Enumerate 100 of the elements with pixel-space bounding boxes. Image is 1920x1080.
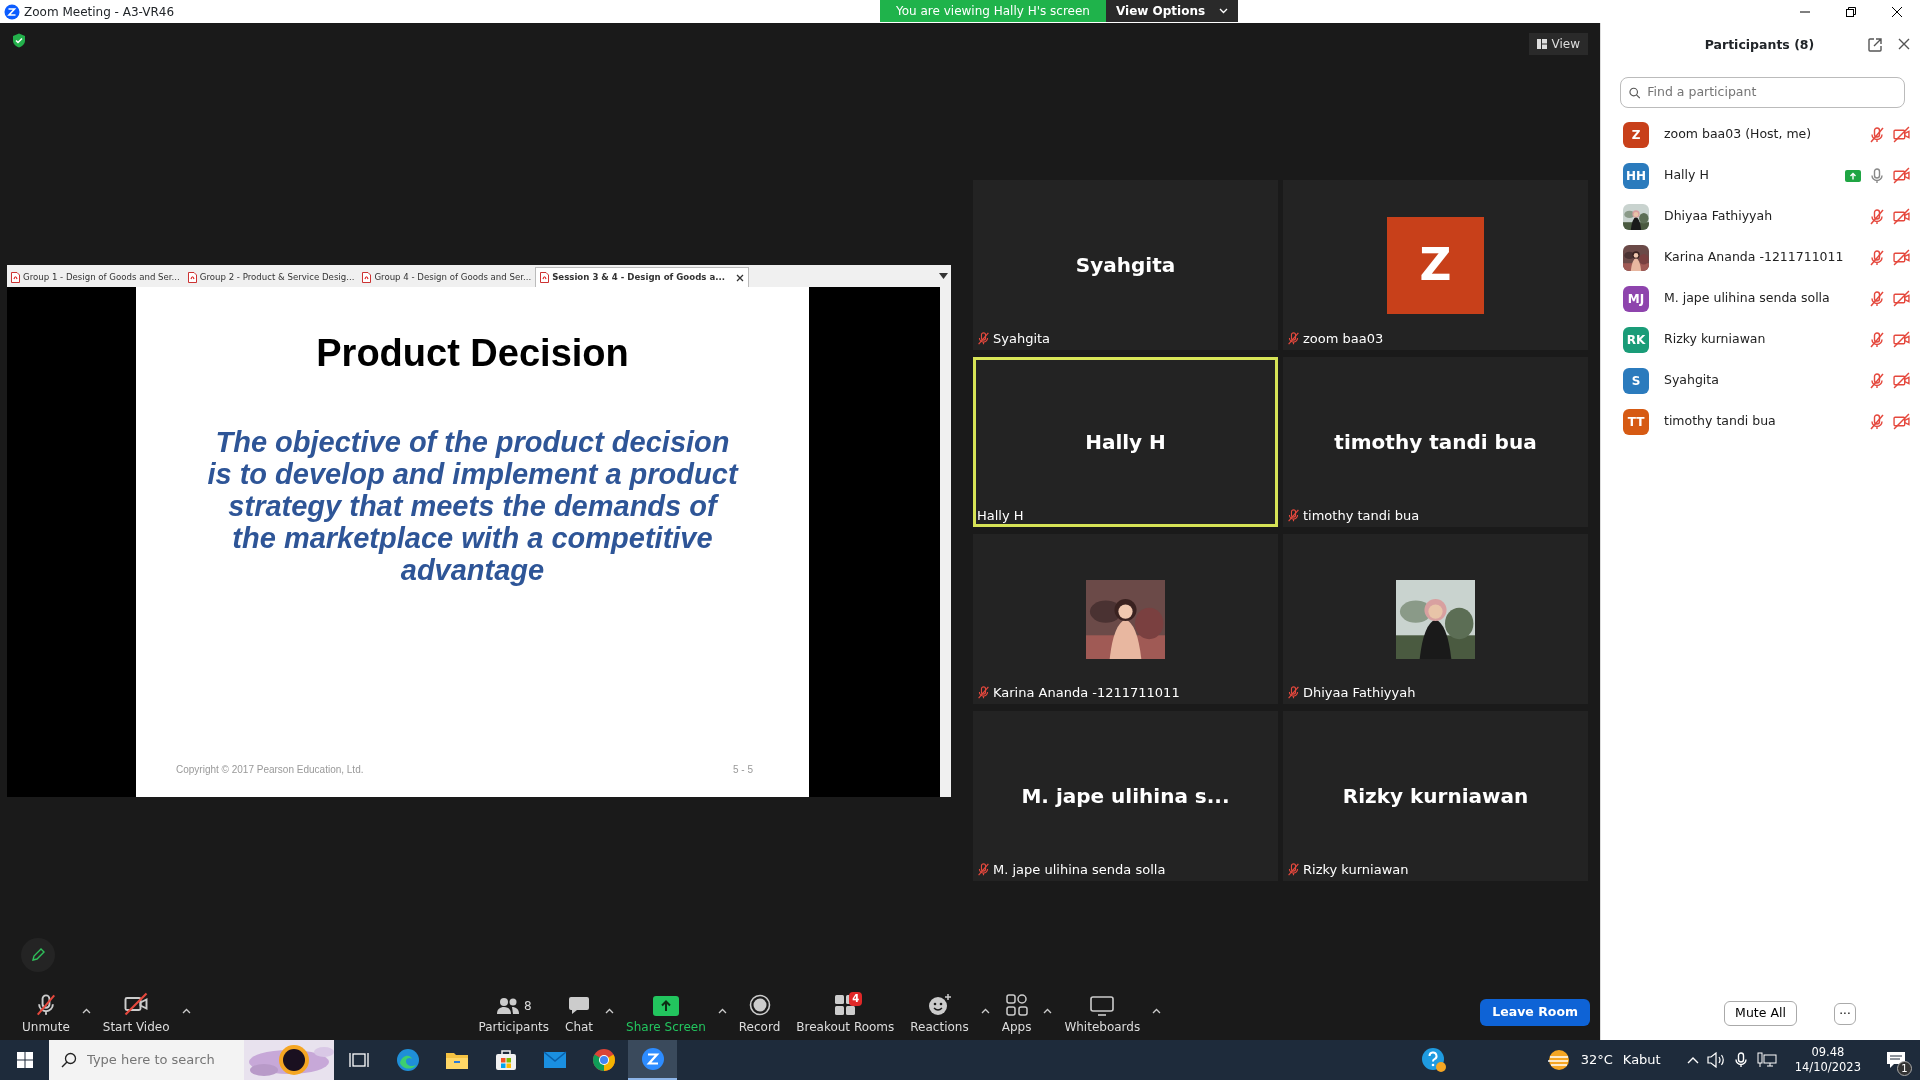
mic-icon[interactable] bbox=[1732, 1052, 1749, 1068]
speaker-icon[interactable] bbox=[1706, 1052, 1725, 1068]
clock-time[interactable]: 09.48 bbox=[1811, 1045, 1845, 1060]
panel-title: Participants (8) bbox=[1703, 35, 1816, 54]
name-label: M. jape ulihina senda solla bbox=[993, 860, 1166, 879]
chrome-icon bbox=[591, 1048, 616, 1072]
avatar: Z bbox=[1387, 216, 1484, 314]
people-icon bbox=[495, 996, 520, 1016]
toolbar-button[interactable]: Unmute bbox=[16, 994, 76, 1036]
search-box[interactable]: Find a participant bbox=[1620, 77, 1905, 108]
taskbar-app-button[interactable] bbox=[628, 1040, 677, 1080]
close-icon[interactable] bbox=[736, 273, 744, 282]
caret-icon bbox=[1219, 8, 1229, 14]
weather-sun-icon[interactable] bbox=[1546, 1049, 1571, 1071]
participant-name: Hally H bbox=[1085, 429, 1166, 456]
mute-all-button[interactable]: Mute All bbox=[1724, 1001, 1797, 1026]
caret-icon bbox=[717, 1008, 727, 1014]
mail-icon bbox=[542, 1050, 567, 1070]
button-label: Unmute bbox=[22, 1019, 70, 1036]
document-tab[interactable]: Group 4 - Design of Goods and Ser... bbox=[358, 267, 536, 287]
windows-icon bbox=[16, 1052, 33, 1068]
name-label: Karina Ananda -1211711011 bbox=[993, 683, 1180, 702]
caret-icon bbox=[181, 1008, 191, 1014]
name-label: Rizky kurniawan bbox=[1303, 860, 1409, 879]
toolbar-button[interactable]: Whiteboards bbox=[1058, 996, 1147, 1036]
dropdown-icon[interactable] bbox=[939, 273, 948, 279]
help-icon[interactable] bbox=[1420, 1047, 1447, 1073]
leave-room-button[interactable]: Leave Room bbox=[1480, 999, 1590, 1026]
pdf-file-icon bbox=[187, 271, 197, 283]
document-tab[interactable]: Group 2 - Product & Service Desig... bbox=[183, 267, 359, 287]
window-title: Zoom Meeting - A3-VR46 bbox=[24, 3, 175, 21]
document-tab[interactable]: Session 3 & 4 - Design of Goods a... bbox=[535, 267, 749, 287]
apps-icon bbox=[1005, 994, 1028, 1016]
document-tab[interactable]: Group 1 - Design of Goods and Ser... bbox=[7, 267, 184, 287]
participant-name: Rizky kurniawan bbox=[1664, 330, 1767, 349]
restore-icon[interactable] bbox=[1846, 6, 1856, 17]
notification-badge: 1 bbox=[1897, 1061, 1912, 1076]
shield-icon[interactable] bbox=[12, 33, 26, 48]
notification-badge: 4 bbox=[849, 992, 863, 1006]
participant-name: M. jape ulihina senda solla bbox=[1664, 289, 1831, 308]
pop-out-icon[interactable] bbox=[1868, 38, 1882, 52]
annotate-button[interactable] bbox=[21, 938, 55, 972]
toolbar-button[interactable]: Start Video bbox=[96, 992, 176, 1036]
toolbar-button[interactable]: Apps bbox=[995, 994, 1038, 1036]
share-screen-button[interactable]: Share Screen bbox=[620, 996, 712, 1036]
record-icon bbox=[748, 994, 771, 1016]
toolbar-button[interactable]: Reactions bbox=[904, 994, 975, 1036]
participant-name: Syahgita bbox=[1664, 371, 1720, 390]
name-label: zoom baa03 bbox=[1303, 329, 1384, 348]
monitor-icon bbox=[1090, 996, 1115, 1016]
participant-row[interactable]: MJ M. jape ulihina senda solla bbox=[1601, 278, 1920, 319]
participant-row[interactable]: RK Rizky kurniawan bbox=[1601, 319, 1920, 360]
weather-text: Kabut bbox=[1622, 1051, 1661, 1070]
button-label: Apps bbox=[1001, 1019, 1032, 1036]
close-icon[interactable] bbox=[1898, 38, 1910, 50]
chevron-up-icon[interactable] bbox=[1686, 1056, 1699, 1064]
page-number: 5 - 5 bbox=[733, 763, 753, 777]
view-button[interactable]: View bbox=[1528, 33, 1588, 55]
network-icon[interactable] bbox=[1756, 1052, 1777, 1068]
name-label: timothy tandi bua bbox=[1303, 506, 1420, 525]
participant-name: Hally H bbox=[1664, 166, 1710, 185]
participant-row[interactable]: Karina Ananda -1211711011 bbox=[1601, 237, 1920, 278]
pdf-file-icon bbox=[11, 271, 20, 283]
more-button[interactable]: ··· bbox=[1834, 1002, 1856, 1025]
task-view-icon bbox=[348, 1051, 369, 1069]
name-label: Syahgita bbox=[993, 329, 1051, 348]
notification-button[interactable]: 1 bbox=[1871, 1040, 1920, 1080]
scrollbar[interactable] bbox=[940, 287, 951, 797]
participant-row[interactable]: TT timothy tandi bua bbox=[1601, 401, 1920, 442]
caret-icon bbox=[1043, 1008, 1053, 1014]
caret-icon bbox=[980, 1008, 990, 1014]
temperature-text: 32°C bbox=[1580, 1051, 1613, 1070]
search-icon bbox=[1629, 86, 1641, 99]
pdf-file-icon bbox=[362, 271, 372, 283]
clock-date[interactable]: 14/10/2023 bbox=[1794, 1060, 1861, 1075]
pencil-icon bbox=[30, 947, 46, 963]
toolbar-button[interactable]: Chat bbox=[559, 996, 600, 1036]
store-bag-icon bbox=[493, 1048, 518, 1072]
close-icon[interactable] bbox=[1892, 6, 1902, 17]
toolbar-button[interactable]: 8 Participants bbox=[472, 996, 556, 1036]
avatar: MJ bbox=[1623, 285, 1649, 312]
video-off-icon bbox=[124, 992, 149, 1016]
caret-icon bbox=[1152, 1008, 1162, 1014]
participant-row[interactable]: Z zoom baa03 (Host, me) bbox=[1601, 114, 1920, 155]
taskbar-search-box[interactable]: Type here to search bbox=[49, 1040, 334, 1080]
caret-icon bbox=[605, 1008, 615, 1014]
participant-row[interactable]: S Syahgita bbox=[1601, 360, 1920, 401]
view-options-button[interactable]: View Options bbox=[1105, 0, 1239, 22]
participant-row[interactable]: Dhiyaa Fathiyyah bbox=[1601, 196, 1920, 237]
muted-mic-icon bbox=[34, 994, 57, 1016]
toolbar-button[interactable]: 4 Breakout Rooms bbox=[790, 994, 901, 1036]
copyright-text: Copyright © 2017 Pearson Education, Ltd. bbox=[176, 763, 364, 777]
folder-icon bbox=[444, 1050, 469, 1070]
participant-name: zoom baa03 (Host, me) bbox=[1664, 125, 1813, 144]
button-label: Whiteboards bbox=[1064, 1019, 1141, 1036]
participant-name: Syahgita bbox=[1075, 252, 1176, 279]
avatar: RK bbox=[1623, 326, 1649, 353]
taskbar-search-field[interactable]: Type here to search bbox=[87, 1050, 232, 1070]
toolbar-button[interactable]: Record bbox=[732, 994, 787, 1036]
participant-row[interactable]: HH Hally H bbox=[1601, 155, 1920, 196]
